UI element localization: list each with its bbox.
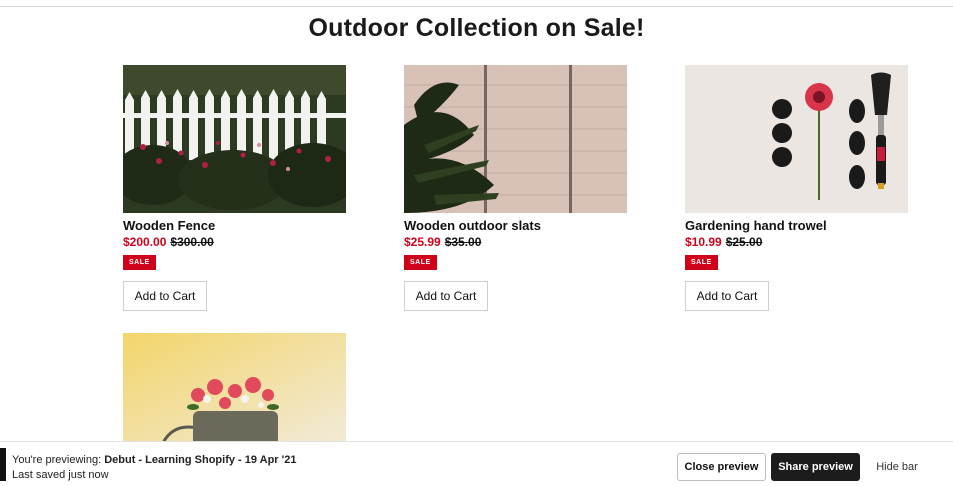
product-prices: $25.99 $35.00	[404, 235, 627, 249]
sale-badge: SALE	[404, 255, 437, 270]
hide-bar-button[interactable]: Hide bar	[870, 453, 924, 481]
slats-photo	[404, 65, 627, 213]
add-to-cart-button[interactable]: Add to Cart	[123, 281, 207, 311]
add-to-cart-button[interactable]: Add to Cart	[404, 281, 488, 311]
compare-price: $25.00	[725, 235, 763, 249]
theme-preview-bar: You're previewing: Debut - Learning Shop…	[0, 441, 953, 486]
product-image-fence[interactable]	[123, 65, 346, 213]
product-prices: $10.99 $25.00	[685, 235, 908, 249]
product-title[interactable]: Wooden outdoor slats	[404, 219, 627, 233]
sale-price: $10.99	[685, 235, 722, 249]
watering-can-photo	[123, 333, 346, 443]
sale-badge: SALE	[685, 255, 718, 270]
preview-theme-name: Debut - Learning Shopify - 19 Apr '21	[104, 454, 297, 466]
sale-price: $25.99	[404, 235, 441, 249]
share-preview-button[interactable]: Share preview	[771, 453, 860, 481]
product-title[interactable]: Gardening hand trowel	[685, 219, 908, 233]
product-prices: $200.00 $300.00	[123, 235, 346, 249]
trowel-photo	[685, 65, 908, 213]
product-image-trowel[interactable]	[685, 65, 908, 213]
product-card: Wooden Fence $200.00 $300.00 SALE Add to …	[123, 65, 346, 311]
add-to-cart-button[interactable]: Add to Cart	[685, 281, 769, 311]
product-card: Wooden outdoor slats $25.99 $35.00 SALE A…	[404, 65, 627, 311]
compare-price: $300.00	[170, 235, 214, 249]
product-card: Gardening hand trowel $10.99 $25.00 SALE …	[685, 65, 908, 311]
close-preview-button[interactable]: Close preview	[677, 453, 766, 481]
product-title[interactable]: Wooden Fence	[123, 219, 346, 233]
fence-photo	[123, 65, 346, 213]
product-image-watering-can[interactable]	[123, 333, 346, 443]
product-image-slats[interactable]	[404, 65, 627, 213]
top-divider	[0, 6, 953, 7]
sale-price: $200.00	[123, 235, 167, 249]
product-card	[123, 333, 346, 443]
compare-price: $35.00	[444, 235, 482, 249]
preview-prefix: You're previewing:	[12, 454, 105, 466]
sale-badge: SALE	[123, 255, 156, 270]
last-saved-text: Last saved just now	[12, 469, 109, 481]
preview-bar-accent	[0, 448, 6, 481]
page-title: Outdoor Collection on Sale!	[308, 14, 645, 42]
preview-status: You're previewing: Debut - Learning Shop…	[12, 454, 297, 466]
